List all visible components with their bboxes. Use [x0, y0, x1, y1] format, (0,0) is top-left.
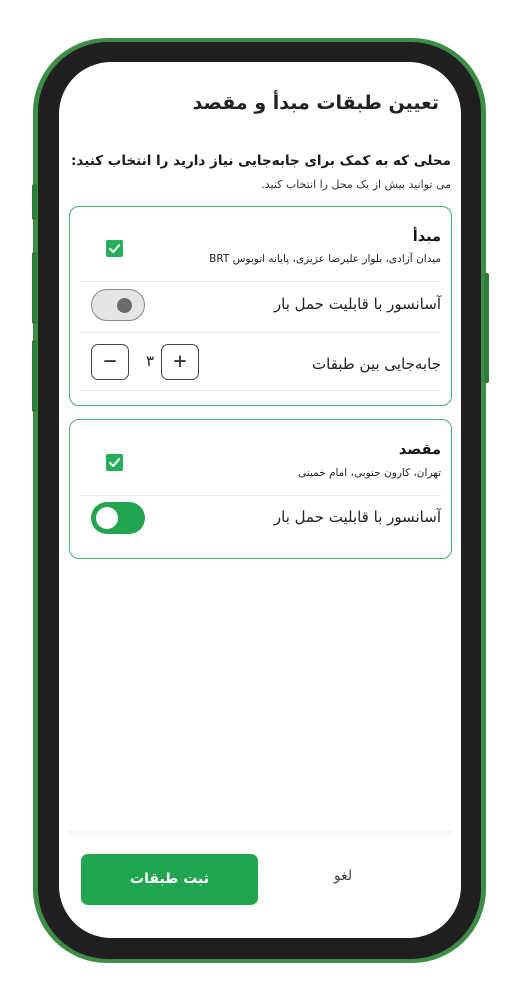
destination-card: مقصد تهران، کارون جنوبی، امام خمینی آسان…: [69, 419, 452, 559]
divider: [80, 332, 441, 333]
check-icon: [109, 244, 121, 253]
cancel-button[interactable]: لغو: [321, 868, 365, 884]
destination-elevator-toggle[interactable]: [91, 502, 145, 534]
origin-floors-label: جابه‌جایی بین طبقات: [312, 355, 441, 373]
origin-address: میدان آزادی، بلوار علیرضا عزیزی، پایانه …: [209, 253, 441, 265]
origin-card: مبدأ میدان آزادی، بلوار علیرضا عزیزی، پا…: [69, 206, 452, 406]
page-title: تعیین طبقات مبدأ و مقصد: [192, 92, 439, 114]
side-button: [32, 340, 37, 412]
submit-floors-button[interactable]: ثبت طبقات: [81, 854, 258, 905]
check-icon: [109, 458, 121, 467]
origin-title: مبدأ: [412, 229, 441, 245]
floors-increment-button[interactable]: +: [161, 344, 199, 380]
origin-elevator-label: آسانسور با قابلیت حمل بار: [273, 295, 441, 313]
divider: [80, 495, 441, 496]
destination-checkbox[interactable]: [106, 454, 123, 471]
origin-checkbox[interactable]: [106, 240, 123, 257]
power-button: [484, 273, 489, 383]
destination-title: مقصد: [398, 442, 441, 458]
hint-text: می توانید بیش از یک محل را انتخاب کنید.: [261, 178, 451, 191]
floors-value: ۳: [145, 352, 155, 370]
divider: [80, 281, 441, 282]
destination-address: تهران، کارون جنوبی، امام خمینی: [297, 467, 441, 479]
app-screen: تعیین طبقات مبدأ و مقصد محلی که به کمک ب…: [59, 62, 461, 938]
floors-decrement-button[interactable]: −: [91, 344, 129, 380]
destination-elevator-label: آسانسور با قابلیت حمل بار: [273, 508, 441, 526]
toggle-knob: [96, 507, 118, 529]
side-button: [32, 184, 37, 220]
footer-separator: [67, 830, 453, 838]
instruction-text: محلی که به کمک برای جابه‌جایی نیاز دارید…: [71, 153, 451, 169]
toggle-knob: [117, 298, 132, 313]
origin-elevator-toggle[interactable]: [91, 289, 145, 321]
divider: [80, 390, 441, 391]
side-button: [32, 252, 37, 324]
